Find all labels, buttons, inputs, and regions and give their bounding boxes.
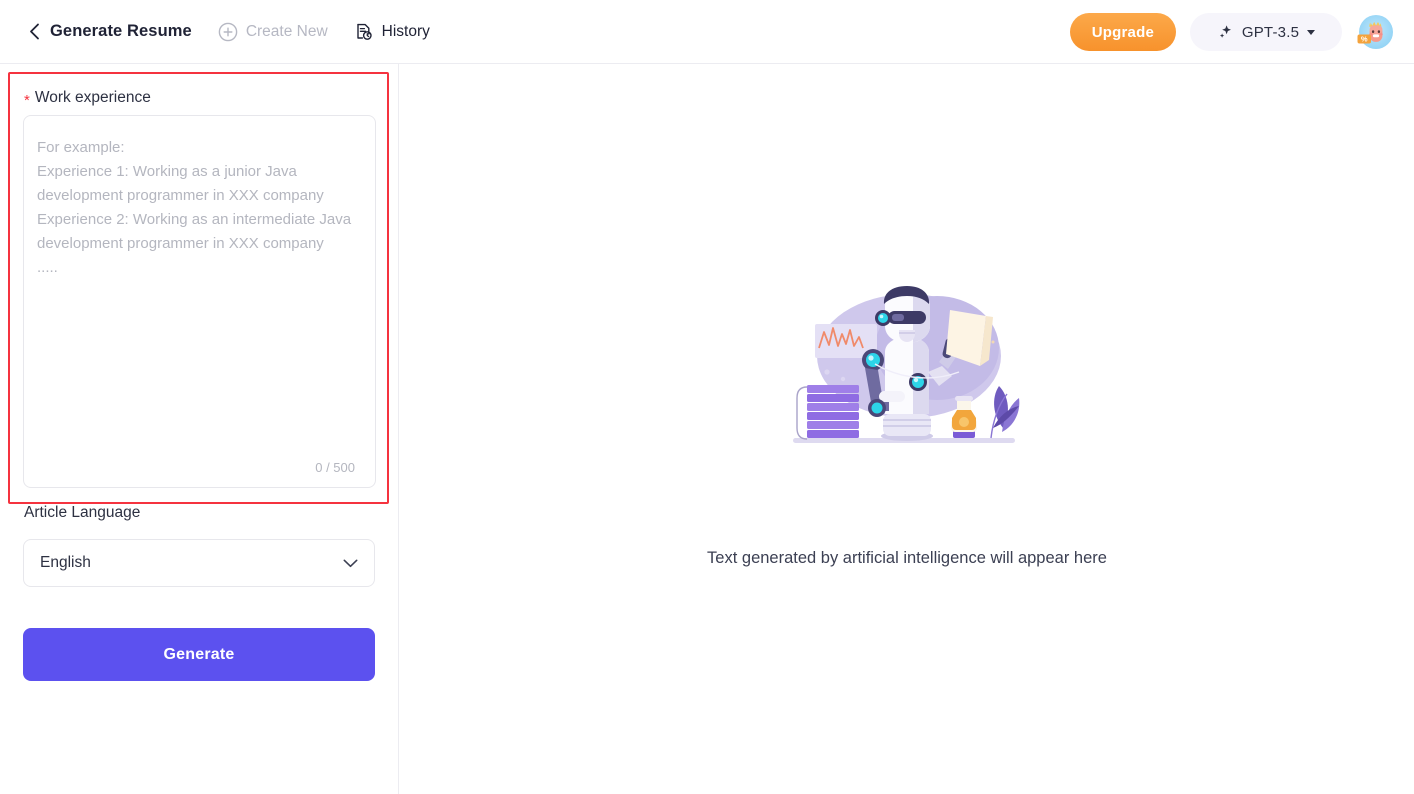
work-experience-input[interactable]: For example: Experience 1: Working as a … bbox=[23, 115, 376, 488]
history-button[interactable]: History bbox=[354, 22, 430, 42]
generate-button[interactable]: Generate bbox=[23, 628, 375, 681]
chevron-down-icon bbox=[343, 559, 358, 568]
chevron-down-icon bbox=[1307, 29, 1316, 35]
upgrade-button[interactable]: Upgrade bbox=[1069, 13, 1176, 51]
result-panel: Text generated by artificial intelligenc… bbox=[400, 64, 1414, 794]
create-new-button[interactable]: Create New bbox=[218, 22, 328, 42]
app-header: Generate Resume Create New History Upgra… bbox=[0, 0, 1414, 64]
model-selector[interactable]: GPT-3.5 bbox=[1190, 13, 1342, 51]
plus-circle-icon bbox=[218, 22, 238, 42]
character-counter: 0 / 500 bbox=[315, 460, 355, 475]
ai-robot-illustration bbox=[787, 286, 1027, 462]
avatar[interactable]: % bbox=[1356, 12, 1396, 52]
history-label: History bbox=[381, 22, 430, 40]
work-experience-label-row: * Work experience bbox=[24, 89, 151, 109]
page-title: Generate Resume bbox=[50, 22, 192, 40]
required-marker: * bbox=[24, 91, 30, 109]
avatar-badge-text: % bbox=[1361, 34, 1368, 43]
article-language-value: English bbox=[40, 554, 91, 571]
sparkle-icon bbox=[1217, 23, 1235, 41]
header-right-group: Upgrade GPT-3.5 % bbox=[1069, 0, 1396, 64]
article-language-label: Article Language bbox=[24, 504, 141, 521]
article-language-select[interactable]: English bbox=[23, 539, 375, 587]
work-experience-label: Work experience bbox=[34, 89, 151, 106]
empty-state-text: Text generated by artificial intelligenc… bbox=[707, 549, 1107, 567]
header-left-group: Generate Resume Create New History bbox=[0, 22, 430, 42]
create-new-label: Create New bbox=[245, 22, 328, 40]
document-clock-icon bbox=[354, 22, 374, 42]
chevron-left-icon[interactable] bbox=[24, 22, 44, 42]
form-panel: * Work experience For example: Experienc… bbox=[0, 64, 399, 794]
work-experience-placeholder: For example: Experience 1: Working as a … bbox=[37, 139, 352, 276]
model-label: GPT-3.5 bbox=[1241, 23, 1300, 41]
